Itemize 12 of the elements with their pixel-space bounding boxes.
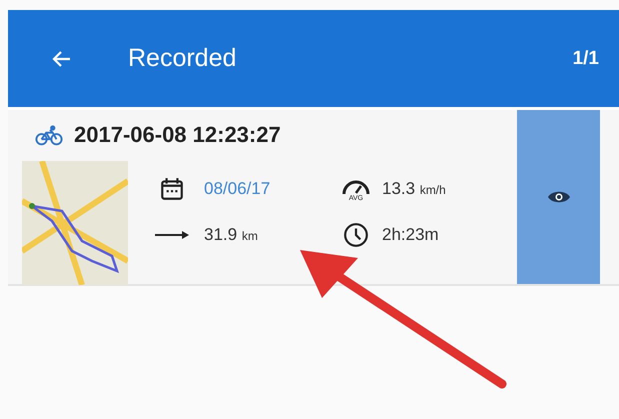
eye-icon	[546, 189, 570, 205]
right-arrow-icon	[154, 229, 190, 241]
average-speed: 13.3 km/h	[382, 179, 446, 199]
calendar-icon	[159, 176, 185, 202]
screen-title: Recorded	[128, 44, 236, 73]
track-distance: 31.9 km	[204, 225, 259, 245]
page-counter: 1/1	[572, 48, 599, 70]
track-duration: 2h:23m	[382, 225, 440, 245]
clock-icon	[343, 222, 369, 248]
bicycle-icon	[35, 124, 63, 146]
track-date: 08/06/17	[204, 179, 272, 199]
track-title: 2017-06-08 12:23:27	[74, 122, 281, 148]
